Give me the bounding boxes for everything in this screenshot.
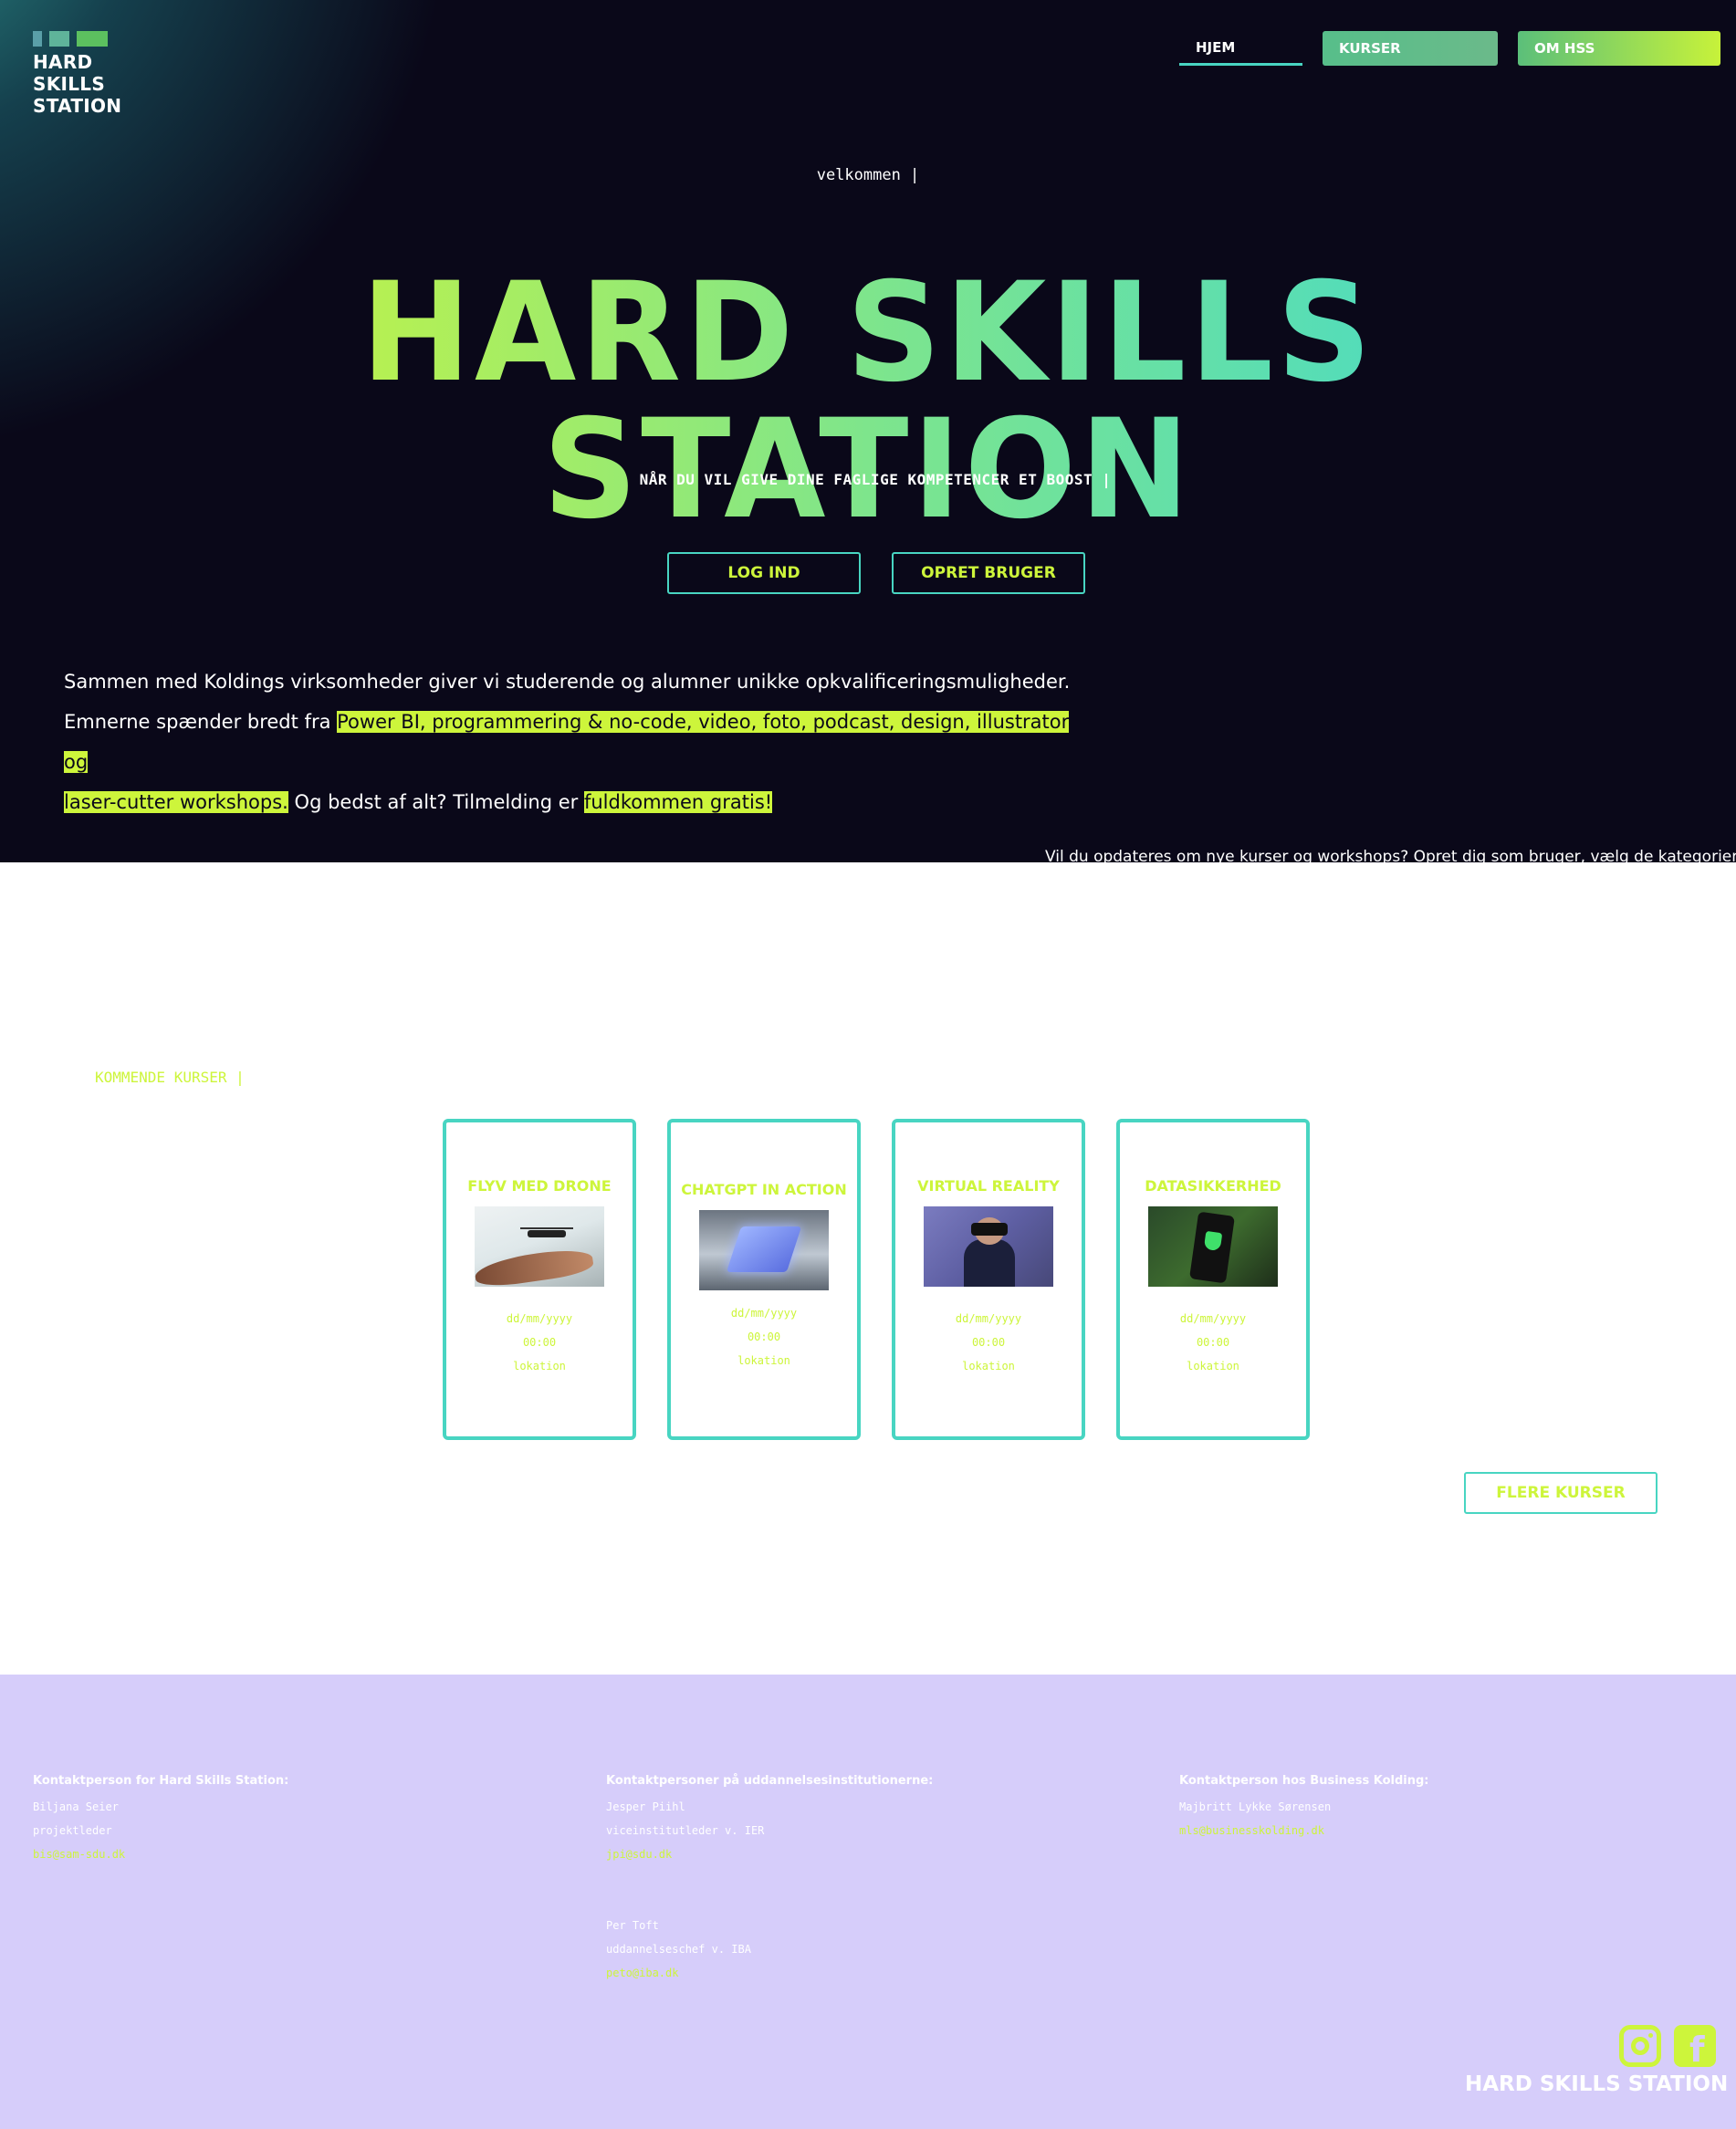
course-title: FLYV MED DRONE [467, 1177, 612, 1195]
logo[interactable]: HARD SKILLS STATION [33, 31, 128, 117]
logo-bars-icon [33, 31, 128, 47]
hero-subtitle: NÅR DU VIL GIVE DINE FAGLIGE KOMPETENCER… [639, 471, 1112, 488]
instagram-icon[interactable] [1619, 2025, 1661, 2067]
contact-role: projektleder [33, 1824, 112, 1837]
social-links: f [1619, 2025, 1716, 2067]
welcome-text: velkommen | [816, 166, 920, 184]
contact-name: Majbritt Lykke Sørensen [1179, 1800, 1332, 1813]
course-date: dd/mm/yyyy [1179, 1312, 1247, 1325]
intro-line-3: laser-cutter workshops. Og bedst af alt?… [64, 782, 1086, 822]
contact-email-link[interactable]: jpi@sdu.dk [606, 1842, 933, 1866]
course-meta: dd/mm/yyyy 00:00 lokation [671, 1301, 857, 1372]
footer-contact-institutions: Kontaktpersoner på uddannelsesinstitutio… [606, 1774, 933, 1985]
hero-title: HARD SKILLS STATION [35, 265, 1701, 538]
intro-highlight-free: fuldkommen gratis! [583, 791, 773, 813]
nav-item-kurser[interactable]: KURSER [1323, 31, 1498, 66]
contact-name: Per Toft [606, 1919, 659, 1932]
intro-highlight-workshops: laser-cutter workshops. [64, 791, 288, 813]
signup-button[interactable]: OPRET BRUGER [892, 552, 1085, 594]
contact-role: uddannelseschef v. IBA [606, 1943, 751, 1956]
intro-line-3-middle: Og bedst af alt? Tilmelding er [288, 791, 584, 813]
course-card-chatgpt[interactable]: CHATGPT IN ACTION dd/mm/yyyy 00:00 lokat… [667, 1119, 861, 1440]
main-nav: HJEM KURSER OM HSS [1179, 31, 1720, 66]
phone-security-image [1148, 1206, 1278, 1287]
footer-heading: Kontaktpersoner på uddannelsesinstitutio… [606, 1774, 934, 1788]
course-card-drone[interactable]: FLYV MED DRONE dd/mm/yyyy 00:00 lokation [443, 1119, 636, 1440]
logo-text-line2: SKILLS [33, 73, 106, 95]
footer-contact-hss: Kontaktperson for Hard Skills Station: B… [33, 1774, 288, 1866]
footer-contact-business-kolding: Kontaktperson hos Business Kolding: Majb… [1179, 1774, 1429, 1842]
more-courses-button[interactable]: FLERE KURSER [1464, 1472, 1658, 1514]
facebook-icon[interactable]: f [1674, 2025, 1716, 2067]
contact-email-link[interactable]: peto@iba.dk [606, 1961, 933, 1985]
nav-item-om-hss[interactable]: OM HSS [1518, 31, 1720, 66]
course-time: 00:00 [522, 1336, 557, 1349]
course-location: lokation [737, 1354, 790, 1367]
contact-name: Biljana Seier [33, 1800, 119, 1813]
ai-chip-image [699, 1210, 829, 1290]
vr-headset-image [924, 1206, 1053, 1287]
footer-heading: Kontaktperson for Hard Skills Station: [33, 1774, 289, 1788]
course-time: 00:00 [971, 1336, 1006, 1349]
upcoming-courses-label: KOMMENDE KURSER | [95, 1069, 245, 1086]
course-location: lokation [962, 1360, 1015, 1372]
hero-section: HARD SKILLS STATION HJEM KURSER OM HSS v… [0, 0, 1736, 862]
contact-role: viceinstitutleder v. IER [606, 1824, 765, 1837]
footer-heading: Kontaktperson hos Business Kolding: [1179, 1774, 1429, 1788]
course-time: 00:00 [1196, 1336, 1230, 1349]
course-title: VIRTUAL REALITY [917, 1177, 1060, 1195]
contact-name: Jesper Piihl [606, 1800, 685, 1813]
course-card-vr[interactable]: VIRTUAL REALITY dd/mm/yyyy 00:00 lokatio… [892, 1119, 1085, 1440]
course-location: lokation [513, 1360, 566, 1372]
course-title: DATASIKKERHED [1145, 1177, 1281, 1195]
footer: Kontaktperson for Hard Skills Station: B… [0, 1675, 1736, 2129]
course-cards: FLYV MED DRONE dd/mm/yyyy 00:00 lokation… [443, 1119, 1310, 1440]
intro-line-1: Sammen med Koldings virksomheder giver v… [64, 671, 1071, 693]
nav-item-hjem[interactable]: HJEM [1179, 31, 1302, 66]
logo-text-line3: STATION [33, 95, 122, 117]
signup-info-text: Vil du opdateres om nye kurser og worksh… [1045, 848, 1736, 862]
course-time: 00:00 [747, 1331, 781, 1343]
intro-line-2: Emnerne spænder bredt fra Power BI, prog… [64, 702, 1086, 782]
drone-image [475, 1206, 604, 1287]
intro-text: Sammen med Koldings virksomheder giver v… [64, 662, 1086, 822]
footer-brand: HARD SKILLS STATION [1465, 2072, 1729, 2096]
course-meta: dd/mm/yyyy 00:00 lokation [895, 1307, 1082, 1378]
course-date: dd/mm/yyyy [506, 1312, 573, 1325]
login-button[interactable]: LOG IND [667, 552, 861, 594]
logo-text-line1: HARD [33, 51, 93, 73]
course-meta: dd/mm/yyyy 00:00 lokation [446, 1307, 633, 1378]
contact-email-link[interactable]: bis@sam-sdu.dk [33, 1842, 288, 1866]
course-meta: dd/mm/yyyy 00:00 lokation [1120, 1307, 1306, 1378]
contact-email-link[interactable]: mls@businesskolding.dk [1179, 1819, 1429, 1842]
intro-line-2-prefix: Emnerne spænder bredt fra [64, 711, 338, 733]
course-date: dd/mm/yyyy [955, 1312, 1022, 1325]
course-location: lokation [1187, 1360, 1239, 1372]
course-date: dd/mm/yyyy [730, 1307, 798, 1320]
course-card-datasikkerhed[interactable]: DATASIKKERHED dd/mm/yyyy 00:00 lokation [1116, 1119, 1310, 1440]
course-title: CHATGPT IN ACTION [681, 1181, 847, 1198]
